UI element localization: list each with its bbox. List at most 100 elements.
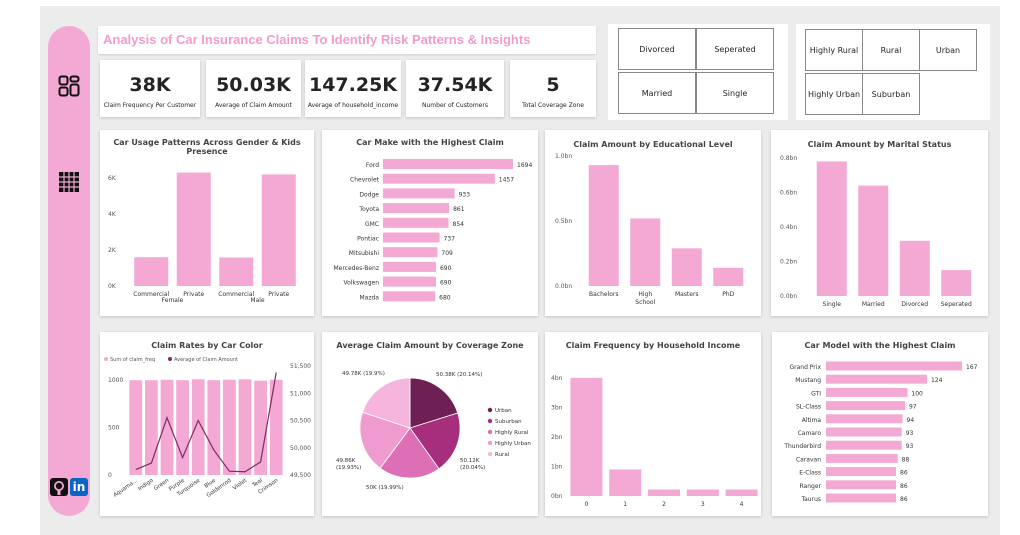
x-tick-label: Married [862, 301, 885, 308]
linkedin-icon[interactable]: in [70, 478, 88, 496]
income-chart-card: Claim Frequency by Household Income 0bn 1… [545, 332, 761, 516]
bar [383, 173, 495, 184]
legend-label: Highly Rural [495, 430, 529, 436]
bar [207, 380, 221, 475]
y-category-label: Altima [802, 417, 822, 424]
bar [826, 493, 897, 503]
legend-marker [487, 440, 493, 446]
slicer-option-highly-urban[interactable]: Highly Urban [805, 73, 863, 115]
data-label: 94 [907, 417, 915, 424]
bar [826, 427, 902, 437]
kpi-value: 147.25K [308, 74, 398, 96]
bar [713, 267, 744, 286]
bar [588, 165, 619, 286]
slicer-option-seperated[interactable]: Seperated [696, 28, 774, 70]
x-tick-label: Commercial [218, 291, 254, 298]
report-title-bar: Analysis of Car Insurance Claims To Iden… [98, 26, 596, 54]
y-category-label: Ford [366, 162, 379, 169]
x-tick-label: Green [153, 477, 171, 492]
car-color-chart-card: Claim Rates by Car Color Sum of claim_fr… [100, 332, 314, 516]
bar [826, 453, 898, 463]
y-tick-label: 2K [108, 247, 117, 254]
car-usage-chart-card: Car Usage Patterns Across Gender & Kids … [100, 130, 314, 316]
linkedin-label: in [72, 480, 86, 494]
kpi-card-claim-frequency: 38K Claim Frequency Per Customer [100, 60, 200, 117]
kpi-label: Claim Frequency Per Customer [103, 102, 197, 109]
data-label: 690 [440, 265, 452, 272]
data-label: 680 [439, 294, 451, 301]
sidebar: in [48, 26, 90, 516]
kpi-card-coverage-zone: 5 Total Coverage Zone [510, 60, 596, 117]
bar [725, 489, 758, 496]
kpi-value: 38K [129, 74, 171, 96]
x-group-label: Male [250, 297, 265, 304]
y-tick-label: 4bn [551, 375, 563, 382]
legend-marker [487, 407, 493, 413]
y-category-label: Dodge [359, 191, 379, 198]
dashboard-grid-icon[interactable] [55, 72, 83, 100]
data-label: 50.12K [460, 458, 480, 464]
y-tick-label: 1000 [108, 377, 123, 384]
y-tick-label: 0K [108, 283, 117, 290]
data-label: 100 [911, 390, 923, 397]
legend-marker [487, 429, 493, 435]
slicer-option-married[interactable]: Married [618, 72, 696, 114]
data-label: 709 [441, 250, 453, 257]
slicer-option-highly-rural[interactable]: Highly Rural [805, 29, 863, 71]
x-tick-label: Aquama... [113, 478, 140, 499]
coverage-zone-slicer: Highly Rural Rural Urban Highly Urban Su… [796, 24, 990, 120]
slicer-option-suburban[interactable]: Suburban [862, 73, 920, 115]
y-category-label: Volkswagen [344, 280, 380, 287]
bar [899, 240, 930, 296]
legend-marker [487, 418, 493, 424]
bar [826, 414, 903, 424]
slicer-option-urban[interactable]: Urban [919, 29, 977, 71]
y-tick-label: 2bn [551, 434, 563, 441]
y2-tick-label: 51,500 [290, 363, 311, 370]
y-category-label: Grand Prix [789, 364, 821, 371]
y-category-label: SL-Class [796, 404, 821, 411]
slicer-option-single[interactable]: Single [696, 72, 774, 114]
bar [941, 270, 972, 296]
y-category-label: Taurus [800, 496, 821, 503]
y-tick-label: 1bn [551, 463, 563, 470]
y-category-label: Caravan [796, 456, 821, 463]
bar [383, 159, 513, 169]
slicer-option-divorced[interactable]: Divorced [618, 28, 696, 70]
marital-chart-card: Claim Amount by Marital Status 0.0bn 0.2b… [771, 130, 988, 316]
bar [570, 377, 603, 496]
data-label: 88 [902, 456, 910, 463]
legend-marker [104, 357, 108, 361]
data-label: 737 [444, 236, 456, 243]
y2-tick-label: 51,000 [290, 390, 311, 397]
legend-label: Highly Urban [495, 441, 531, 447]
github-icon[interactable] [50, 478, 68, 496]
table-grid-icon[interactable] [55, 168, 83, 196]
bar [826, 374, 927, 384]
y-tick-label: 0.5bn [555, 218, 572, 225]
car-model-chart-card: Car Model with the Highest Claim Grand P… [772, 332, 988, 516]
bar [671, 248, 702, 286]
y-tick-label: 1.0bn [555, 153, 572, 160]
y-tick-label: 0bn [551, 493, 563, 500]
y-category-label: GMC [365, 221, 379, 228]
y-tick-label: 6K [108, 175, 117, 182]
data-label: 93 [906, 443, 914, 450]
slicer-option-rural[interactable]: Rural [862, 29, 920, 71]
data-label: (19.93%) [336, 465, 361, 471]
x-tick-label: Bachelors [589, 291, 619, 298]
data-label: 1694 [517, 162, 532, 169]
legend-label: Urban [495, 408, 512, 414]
bar [858, 185, 889, 296]
bar [129, 380, 143, 475]
bar [686, 489, 719, 496]
y-tick-label: 4K [108, 211, 117, 218]
x-tick-label: Divorced [901, 301, 928, 308]
y-category-label: Mercedes-Benz [333, 265, 379, 272]
car-make-chart-card: Car Make with the Highest Claim Ford 1694… [322, 130, 538, 316]
data-label: 861 [453, 206, 465, 213]
data-label: 86 [900, 496, 908, 503]
bar [176, 172, 211, 286]
bar [630, 218, 661, 286]
bar [826, 387, 908, 397]
